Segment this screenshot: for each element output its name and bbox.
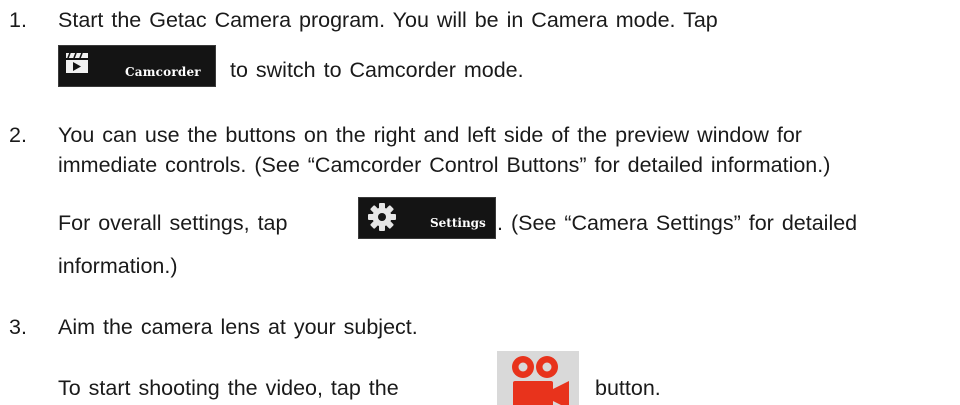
step-3-text-line-2-end: button. — [595, 376, 661, 400]
step-3-text-line-2-start: To start shooting the video, tap the — [58, 376, 399, 400]
camcorder-button-image: Camcorder — [58, 45, 216, 87]
record-video-button-image — [497, 351, 579, 405]
step-1-text-line-1: Start the Getac Camera program. You will… — [58, 8, 718, 32]
settings-button-label: Settings — [430, 216, 486, 230]
step-2-text-line-3-start: For overall settings, tap — [58, 211, 288, 235]
step-2-number: 2. — [9, 123, 27, 147]
step-1-text-line-2: to switch to Camcorder mode. — [230, 58, 524, 82]
step-2-text-line-3-end: . (See “Camera Settings” for detailed — [497, 211, 858, 235]
camcorder-button-label: Camcorder — [125, 65, 201, 79]
step-3-text-line-1: Aim the camera lens at your subject. — [58, 315, 418, 339]
gear-icon — [368, 203, 396, 231]
step-3-number: 3. — [9, 315, 27, 339]
instruction-document: 1. Start the Getac Camera program. You w… — [0, 0, 960, 405]
step-2-text-line-4: information.) — [58, 254, 178, 278]
settings-button-image: Settings — [358, 197, 496, 239]
step-1-number: 1. — [9, 8, 27, 32]
step-2-text-line-1: You can use the buttons on the right and… — [58, 123, 802, 147]
clapperboard-icon — [66, 52, 88, 73]
record-video-icon — [512, 356, 569, 405]
step-2-text-line-2: immediate controls. (See “Camcorder Cont… — [58, 153, 831, 177]
